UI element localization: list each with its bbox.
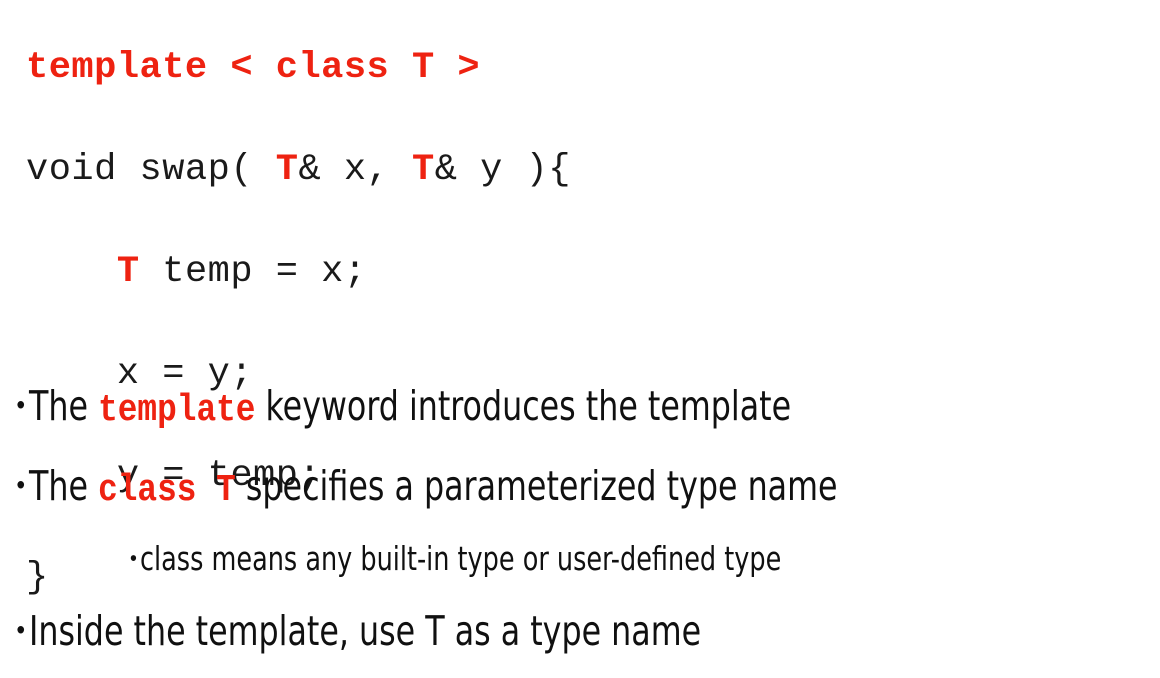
code-line: void swap( T& x, T& y ){: [26, 145, 571, 196]
bullet-marker-icon: •: [14, 470, 28, 501]
bullet-marker-icon: •: [128, 546, 139, 571]
code-type-parameter-T: T: [275, 149, 299, 191]
code-type-parameter-T: T: [412, 149, 435, 191]
inline-code-token: class T: [97, 469, 236, 512]
code-line: template < class T >: [26, 43, 571, 94]
bullet-text-inner: The template keyword introduces the temp…: [29, 366, 791, 451]
bullet-text-run: keyword introduces the template: [254, 382, 791, 430]
bullet-text-inner: Inside the template, use T as a type nam…: [29, 591, 701, 671]
code-keyword-template: template < class T >: [26, 47, 481, 89]
code-type-parameter-T: T: [116, 251, 140, 293]
bullet-text-run: The: [28, 462, 98, 510]
code-text: & x,: [298, 149, 412, 191]
bullet-text: The template keyword introduces the temp…: [29, 366, 1160, 451]
bullet-item: • class means any built-in type or user-d…: [14, 526, 1160, 591]
bullet-text: Inside the template, use T as a type nam…: [29, 591, 1160, 671]
bullet-text-run: specifies a parameterized type name: [235, 462, 838, 510]
bullet-list: • The template keyword introduces the tem…: [14, 366, 1160, 671]
code-text: temp = x;: [139, 251, 367, 293]
bullet-marker-icon: •: [14, 615, 28, 646]
bullet-text-run: The: [28, 382, 98, 430]
bullet-item: • Inside the template, use T as a type na…: [14, 591, 1160, 671]
code-text: & y ){: [434, 149, 571, 191]
bullet-text: The class T specifies a parameterized ty…: [29, 446, 1160, 531]
bullet-item: • The class T specifies a parameterized t…: [14, 446, 1160, 526]
bullet-text-run: class means any built-in type or user-de…: [139, 539, 782, 578]
code-line: T temp = x;: [26, 247, 571, 298]
bullet-text-run: Inside the template, use T as a type nam…: [28, 607, 701, 655]
inline-code-token: template: [97, 389, 255, 432]
bullet-marker-icon: •: [14, 390, 28, 421]
bullet-text-inner: class means any built-in type or user-de…: [140, 526, 781, 591]
bullet-item: • The template keyword introduces the tem…: [14, 366, 1160, 446]
slide-canvas: template < class T > void swap( T& x, T&…: [0, 0, 1160, 678]
code-text: void swap(: [26, 149, 276, 191]
bullet-text-inner: The class T specifies a parameterized ty…: [29, 446, 838, 531]
bullet-text: class means any built-in type or user-de…: [140, 526, 1160, 591]
